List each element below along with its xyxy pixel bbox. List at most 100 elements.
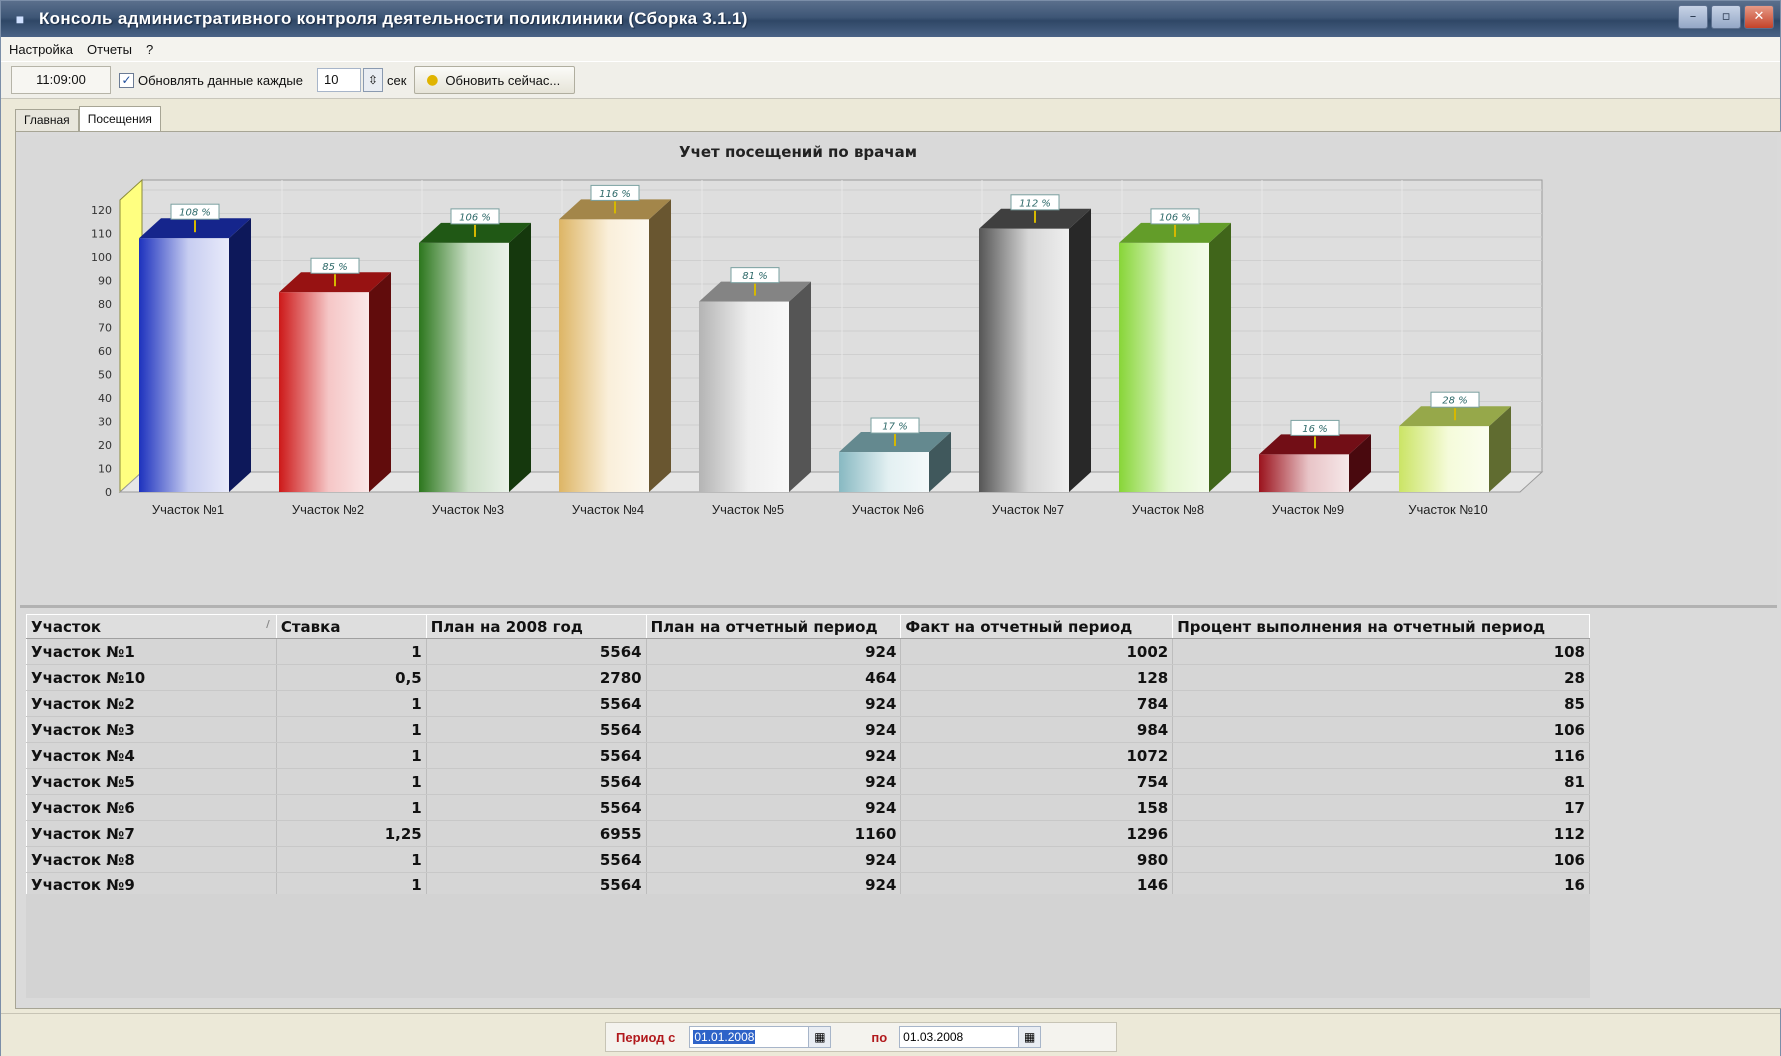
column-header[interactable]: План на 2008 год bbox=[425, 614, 647, 639]
minimize-icon[interactable]: – bbox=[1678, 5, 1708, 29]
calendar-icon[interactable]: ▦ bbox=[1018, 1027, 1041, 1047]
column-header[interactable]: Участок / bbox=[26, 614, 277, 639]
menu-bar: Настройка Отчеты ? bbox=[1, 37, 1780, 61]
x-tick-label: Участок №6 bbox=[852, 502, 924, 517]
bar bbox=[139, 238, 229, 492]
bar-side bbox=[229, 218, 251, 492]
period-selector: Период с 01.01.2008 ▦ по 01.03.2008 ▦ bbox=[605, 1022, 1117, 1052]
table-cell: 924 bbox=[645, 638, 902, 665]
column-header[interactable]: Факт на отчетный период bbox=[900, 614, 1174, 639]
y-tick-label: 50 bbox=[98, 369, 112, 382]
bar bbox=[1399, 426, 1489, 492]
tab-main[interactable]: Главная bbox=[15, 109, 79, 131]
table-cell: 5564 bbox=[425, 846, 647, 873]
status-bar: Период с 01.01.2008 ▦ по 01.03.2008 ▦ bbox=[1, 1013, 1780, 1056]
table-row[interactable]: Участок №3 1 5564 924 984 106 bbox=[26, 716, 1590, 743]
table-cell: Участок №8 bbox=[26, 846, 277, 873]
period-from-field[interactable]: 01.01.2008 ▦ bbox=[689, 1026, 832, 1048]
y-tick-label: 40 bbox=[98, 392, 112, 405]
table-row[interactable]: Участок №6 1 5564 924 158 17 bbox=[26, 794, 1590, 821]
y-tick-label: 100 bbox=[91, 251, 112, 264]
table-cell: 924 bbox=[645, 794, 902, 821]
table-row[interactable]: Участок №2 1 5564 924 784 85 bbox=[26, 690, 1590, 717]
window-controls: – ▫ ✕ bbox=[1678, 5, 1774, 29]
data-label: 112 % bbox=[1019, 198, 1051, 209]
table-cell: 754 bbox=[900, 768, 1174, 795]
refresh-interval-input[interactable]: 10 bbox=[316, 68, 361, 92]
table-cell: 1 bbox=[275, 794, 427, 821]
interval-unit: сек bbox=[386, 72, 407, 88]
period-to-label: по bbox=[871, 1029, 888, 1045]
table-cell: 1002 bbox=[900, 638, 1174, 665]
table-cell: 1,25 bbox=[275, 820, 427, 847]
app-window: ■ Консоль административного контроля дея… bbox=[0, 0, 1781, 1056]
clock-display: 11:09:00 bbox=[11, 66, 111, 94]
data-label: 85 % bbox=[322, 262, 347, 273]
menu-reports[interactable]: Отчеты bbox=[87, 42, 132, 57]
x-tick-label: Участок №7 bbox=[992, 502, 1064, 517]
chart-title: Учет посещений по врачам bbox=[679, 143, 917, 161]
refresh-now-button[interactable]: ● Обновить сейчас... bbox=[414, 66, 576, 94]
period-to-value: 01.03.2008 bbox=[903, 1030, 964, 1044]
period-to-field[interactable]: 01.03.2008 ▦ bbox=[899, 1026, 1042, 1048]
table-cell: 924 bbox=[645, 716, 902, 743]
chart-canvas: Учет посещений по врачам 0 10 20 30 40 50 60 70 8… bbox=[91, 143, 1544, 517]
bar-side bbox=[369, 272, 391, 492]
column-header[interactable]: Ставка bbox=[275, 614, 427, 639]
table-cell: 0,5 bbox=[275, 664, 427, 691]
maximize-icon[interactable]: ▫ bbox=[1711, 5, 1741, 29]
table-row[interactable]: Участок №4 1 5564 924 1072 116 bbox=[26, 742, 1590, 769]
data-label: 81 % bbox=[742, 271, 767, 282]
window-title: Консоль административного контроля деяте… bbox=[39, 9, 748, 28]
table-empty-area bbox=[26, 894, 1590, 998]
table-cell: 1 bbox=[275, 690, 427, 717]
interval-spinner[interactable]: ⇳ bbox=[362, 68, 383, 92]
sort-icon: / bbox=[266, 619, 270, 630]
table-cell: 17 bbox=[1172, 794, 1590, 821]
table-row[interactable]: Участок №1 1 5564 924 1002 108 bbox=[26, 638, 1590, 665]
x-tick-label: Участок №5 bbox=[712, 502, 784, 517]
close-icon[interactable]: ✕ bbox=[1744, 5, 1774, 29]
y-tick-label: 120 bbox=[91, 204, 112, 217]
table-cell: 5564 bbox=[425, 742, 647, 769]
table-cell: 1072 bbox=[900, 742, 1174, 769]
table-row[interactable]: Участок №7 1,25 6955 1160 1296 112 bbox=[26, 820, 1590, 847]
y-tick-label: 0 bbox=[105, 486, 112, 499]
column-header[interactable]: Процент выполнения на отчетный период bbox=[1172, 614, 1590, 639]
bar bbox=[699, 301, 789, 492]
auto-refresh-checkbox[interactable]: ✓ bbox=[119, 72, 134, 88]
bar-side bbox=[1069, 208, 1091, 493]
table-cell: Участок №7 bbox=[26, 820, 277, 847]
table-cell: 1 bbox=[275, 638, 427, 665]
table-cell: Участок №6 bbox=[26, 794, 277, 821]
table-cell: 1 bbox=[275, 716, 427, 743]
toolbar: 11:09:00 ✓ Обновлять данные каждые 10 ⇳ … bbox=[1, 61, 1780, 99]
table-cell: 108 bbox=[1172, 638, 1590, 665]
menu-help[interactable]: ? bbox=[146, 42, 153, 57]
bar-side bbox=[509, 222, 531, 492]
chart-side-wall bbox=[119, 178, 143, 494]
table-cell: 2780 bbox=[425, 664, 647, 691]
table-cell: 924 bbox=[645, 846, 902, 873]
table-cell: 5564 bbox=[425, 638, 647, 665]
table-row[interactable]: Участок №5 1 5564 924 754 81 bbox=[26, 768, 1590, 795]
visits-chart: Учет посещений по врачам 0 10 20 30 40 50 60 70 8… bbox=[20, 136, 1777, 608]
table-cell: 924 bbox=[645, 742, 902, 769]
table-cell: 1160 bbox=[645, 820, 902, 847]
tab-strip: Главная Посещения bbox=[15, 105, 161, 132]
bar-side bbox=[1209, 222, 1231, 492]
y-tick-label: 60 bbox=[98, 345, 112, 358]
menu-settings[interactable]: Настройка bbox=[9, 42, 73, 57]
table-row[interactable]: Участок №10 0,5 2780 464 128 28 bbox=[26, 664, 1590, 691]
table-cell: Участок №5 bbox=[26, 768, 277, 795]
bar bbox=[559, 219, 649, 492]
tab-visits[interactable]: Посещения bbox=[78, 106, 161, 132]
table-cell: 924 bbox=[645, 768, 902, 795]
calendar-icon[interactable]: ▦ bbox=[808, 1027, 831, 1047]
y-tick-label: 70 bbox=[98, 322, 112, 335]
bar bbox=[839, 452, 929, 492]
column-header[interactable]: План на отчетный период bbox=[645, 614, 902, 639]
x-tick-label: Участок №3 bbox=[432, 502, 504, 517]
table-row[interactable]: Участок №8 1 5564 924 980 106 bbox=[26, 846, 1590, 873]
y-tick-label: 30 bbox=[98, 416, 112, 429]
